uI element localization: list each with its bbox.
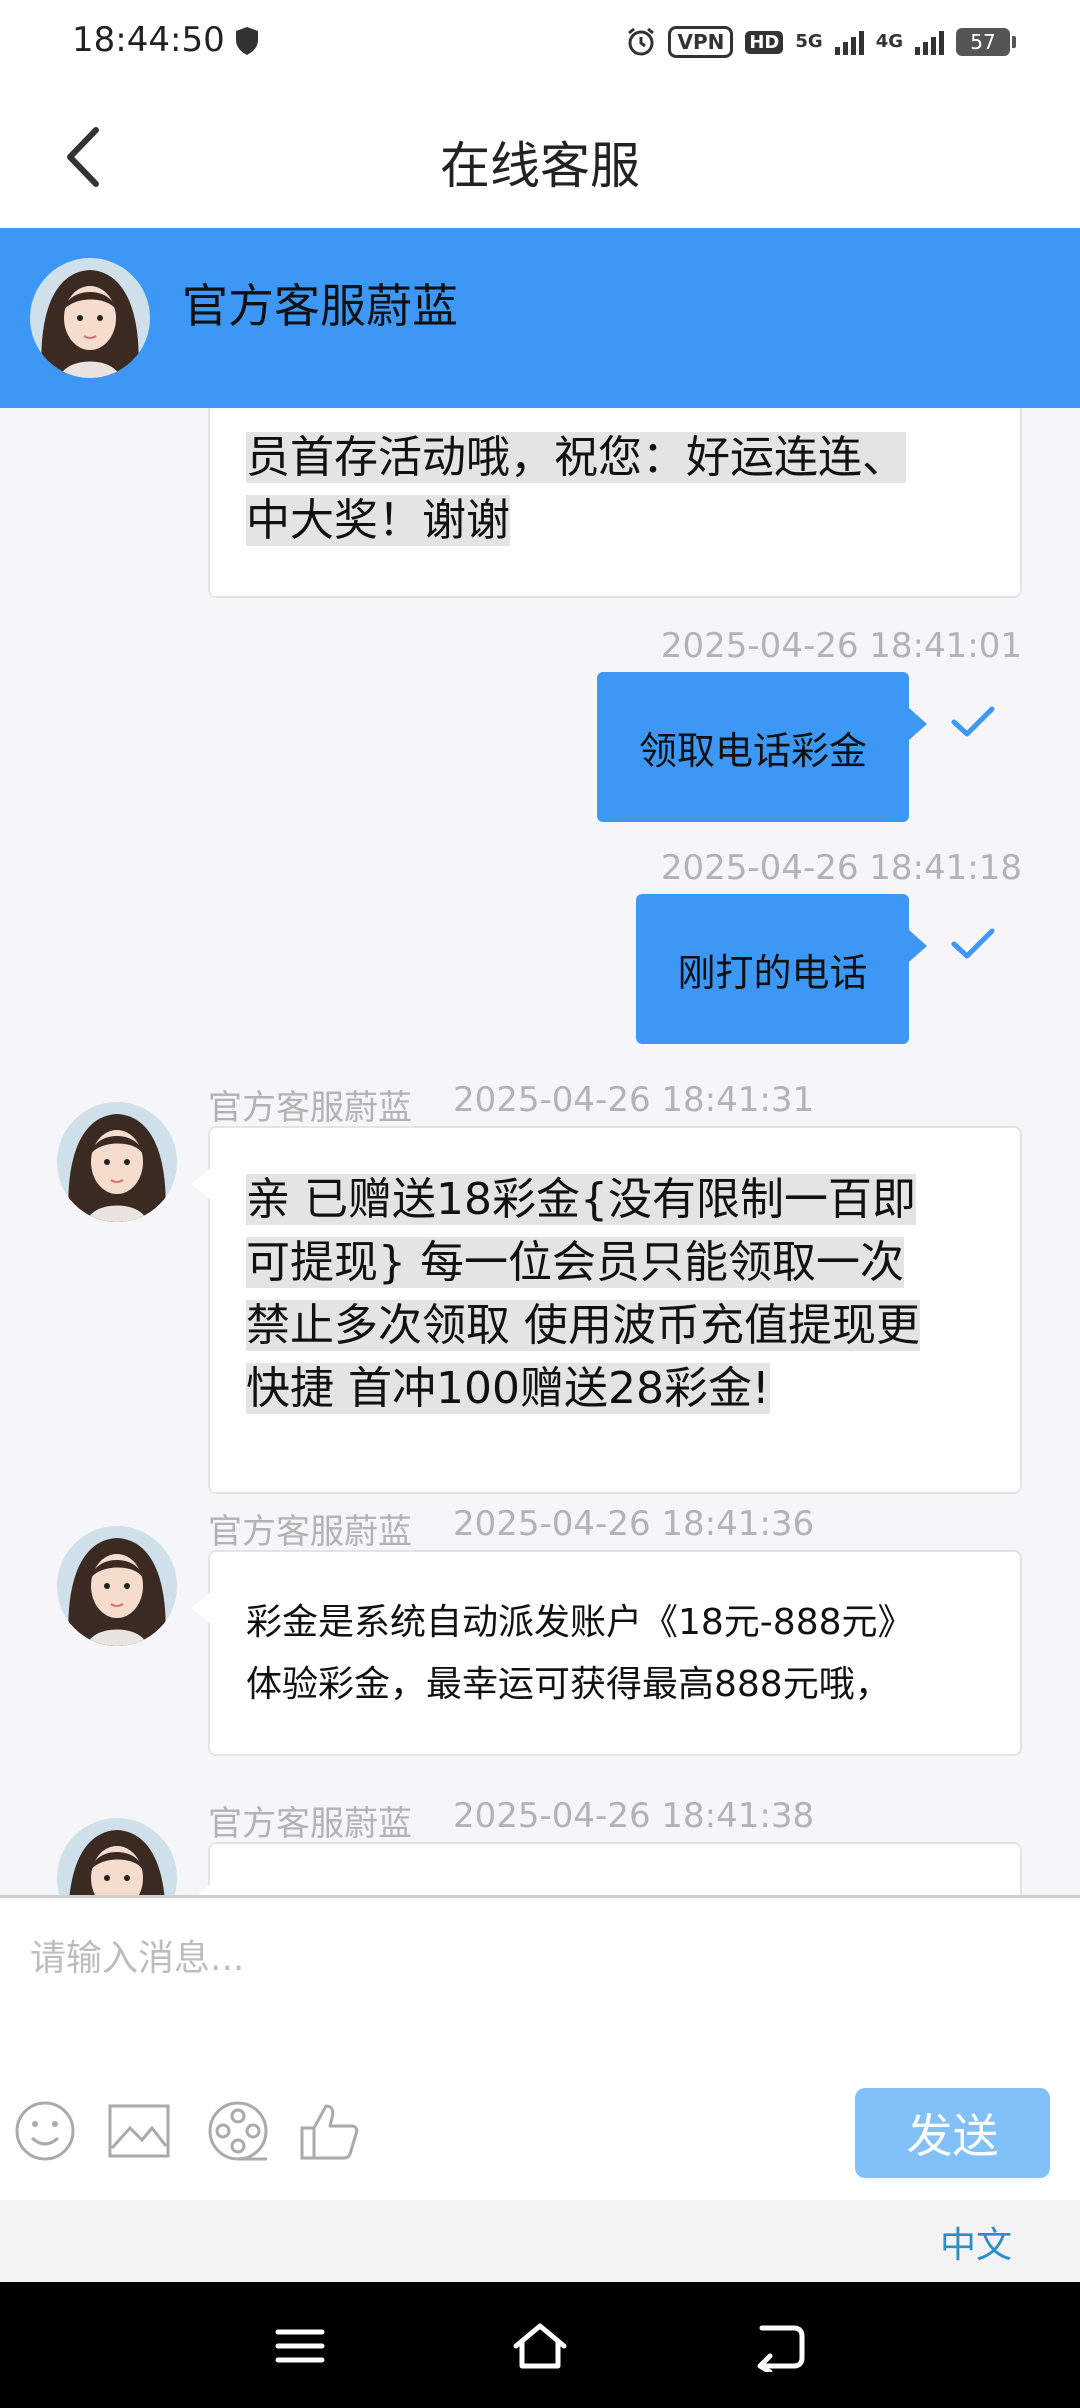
message-line: 禁止多次领取 使用波币充值提现更 [246, 1300, 920, 1351]
send-button[interactable]: 发送 [855, 2088, 1050, 2178]
status-bar: 18:44:50 VPN HD 5G 4G 57 [0, 0, 1080, 86]
system-nav-bar [0, 2282, 1080, 2408]
network-5g-label: 5G [795, 31, 823, 52]
message-timestamp: 2025-04-26 18:41:01 [660, 626, 1022, 666]
image-icon[interactable] [106, 2098, 172, 2164]
message-line: 亲 已赠送18彩金{没有限制一百即 [246, 1174, 916, 1225]
message-text: 刚打的电话 [677, 950, 868, 995]
message-sender: 官方客服蔚蓝 [208, 1088, 412, 1128]
network-4g-label: 4G [875, 31, 903, 52]
message-input[interactable] [30, 1928, 1030, 1988]
message-line: 彩金是系统自动派发账户《18元-888元》 [246, 1602, 914, 1643]
message-sender: 官方客服蔚蓝 [208, 1804, 412, 1844]
battery-icon: 57 [956, 28, 1016, 56]
back-nav-icon[interactable] [752, 2320, 808, 2372]
message-bubble [192, 1842, 1022, 1895]
video-reel-icon[interactable] [205, 2098, 271, 2164]
hd-badge: HD [745, 30, 784, 54]
home-icon[interactable] [512, 2320, 568, 2372]
message-line: 体验彩金，最幸运可获得最高888元哦， [246, 1664, 891, 1705]
emoji-icon[interactable] [12, 2098, 78, 2164]
thumbs-up-icon[interactable] [296, 2098, 362, 2164]
alarm-icon [628, 27, 655, 56]
message-bubble-outgoing: 领取电话彩金 [597, 672, 927, 822]
language-toggle[interactable]: 中文 [940, 2216, 1012, 2268]
language-bar: 中文 [0, 2200, 1080, 2282]
message-timestamp: 2025-04-26 18:41:18 [660, 848, 1022, 888]
composer: 发送 [0, 1895, 1080, 2200]
message-bubble: 彩金是系统自动派发账户《18元-888元》 体验彩金，最幸运可获得最高888元哦… [192, 1550, 1022, 1756]
message-timestamp: 2025-04-26 18:41:38 [453, 1796, 815, 1836]
message-timestamp: 2025-04-26 18:41:31 [453, 1080, 815, 1120]
message-bubble: 亲 已赠送18彩金{没有限制一百即 可提现} 每一位会员只能领取一次 禁止多次领… [192, 1126, 1022, 1494]
menu-icon[interactable] [272, 2320, 328, 2372]
check-icon [951, 706, 995, 737]
message-line: 员首存活动哦，祝您：好运连连、 [246, 432, 906, 483]
message-timestamp: 2025-04-26 18:41:36 [453, 1504, 815, 1544]
message-line: 可提现} 每一位会员只能领取一次 [246, 1237, 904, 1288]
title-bar: 在线客服 [0, 86, 1080, 228]
message-line: 中大奖！谢谢 [246, 495, 510, 546]
agent-avatar [30, 258, 150, 378]
page-title: 在线客服 [440, 137, 640, 195]
status-time: 18:44:50 [72, 20, 225, 60]
chat-area[interactable]: 官方客服蔚蓝 员首存活动哦，祝您：好运连连、 中大奖！谢谢 2025-04-26… [0, 228, 1080, 1895]
message-line: 快捷 首冲100赠送28彩金! [246, 1363, 770, 1414]
agent-name: 官方客服蔚蓝 [182, 279, 458, 333]
agent-avatar[interactable] [57, 1526, 177, 1646]
agent-avatar[interactable] [57, 1818, 177, 1895]
signal-4g-icon [915, 29, 944, 55]
agent-avatar[interactable] [57, 1102, 177, 1222]
agent-banner: 官方客服蔚蓝 [0, 228, 1080, 408]
message-bubble-outgoing: 刚打的电话 [636, 894, 927, 1044]
check-icon [951, 928, 995, 959]
message-sender: 官方客服蔚蓝 [208, 1512, 412, 1552]
signal-5g-icon [834, 29, 864, 55]
message-text: 领取电话彩金 [638, 728, 867, 773]
shield-icon [236, 27, 258, 55]
vpn-badge: VPN [668, 26, 734, 58]
